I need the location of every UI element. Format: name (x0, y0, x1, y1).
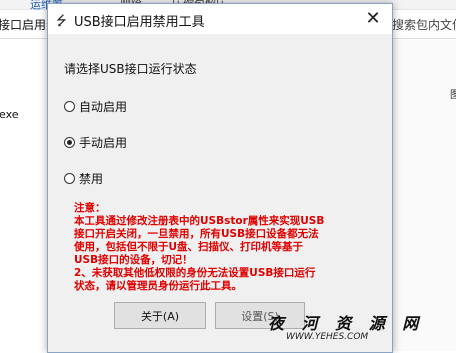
close-button[interactable]: ✕ (358, 6, 388, 32)
background-fragment: 图 (450, 90, 456, 101)
dialog-title: USB接口启用禁用工具 (74, 15, 205, 30)
prompt-label: 请选择USB接口运行状态 (64, 62, 197, 76)
radio-auto-enable-label: 自动启用 (79, 100, 128, 114)
radio-disable-circle[interactable] (64, 173, 75, 184)
notice-line: 状态，请以管理员身份运行此工具。 (74, 280, 242, 292)
notice-line: USB接口的设备，切记！ (74, 254, 193, 266)
radio-auto-enable[interactable]: 自动启用 (64, 98, 127, 115)
notice-text: 注意： 本工具通过修改注册表中的USBstor属性来实现USB 接口开启关闭，一… (74, 202, 374, 293)
radio-disable[interactable]: 禁用 (64, 170, 103, 187)
notice-line: 注意： (74, 202, 106, 214)
radio-manual-enable[interactable]: 手动启用 (64, 134, 127, 151)
radio-disable-label: 禁用 (79, 172, 104, 186)
usb-icon: ⭍ (56, 14, 67, 29)
watermark-url: WWW.YEHES.COM (286, 332, 369, 342)
title-bar[interactable]: ⭍ USB接口启用禁用工具 ✕ (48, 4, 392, 34)
watermark-text: 夜 河 资 源 网 (268, 314, 425, 333)
notice-line: 使用，包括但不限于U盘、扫描仪、打印机等基于 (74, 241, 304, 253)
notice-line: 2、未获取其他低权限的身份无法设置USB接口运行 (74, 267, 316, 279)
background-file-item[interactable]: exe (0, 108, 19, 121)
background-search-field[interactable]: 搜索包内文件 (392, 16, 456, 33)
notice-line: 本工具通过修改注册表中的USBstor属性来实现USB (74, 215, 325, 227)
radio-manual-enable-circle[interactable] (64, 137, 75, 148)
about-button[interactable]: 关于(A) (114, 302, 206, 329)
watermark: 夜 河 资 源 网 WWW.YEHES.COM (250, 300, 456, 351)
radio-auto-enable-circle[interactable] (64, 101, 75, 112)
notice-line: 接口开启关闭，一旦禁用，所有USB接口设备都无法 (74, 228, 319, 240)
radio-manual-enable-label: 手动启用 (79, 136, 128, 150)
